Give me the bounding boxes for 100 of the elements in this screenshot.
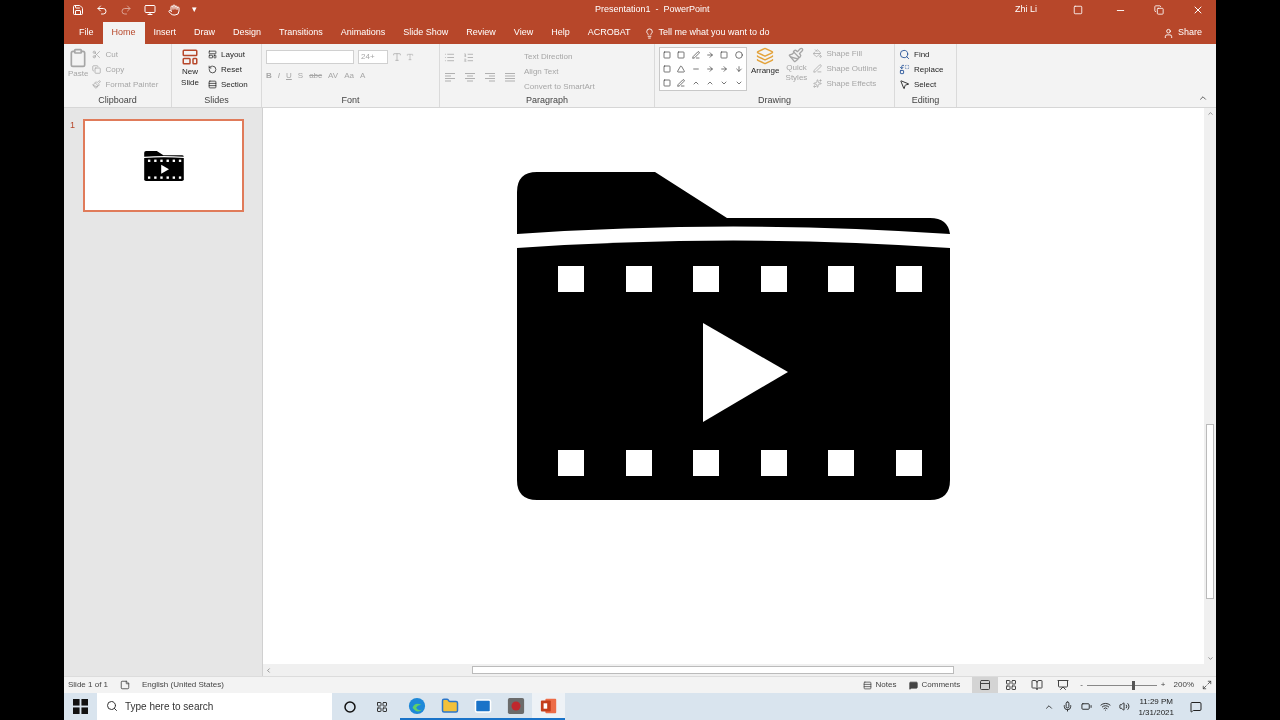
comment-icon xyxy=(908,680,918,690)
media-app-icon[interactable] xyxy=(506,696,525,715)
scroll-thumb[interactable] xyxy=(1206,423,1214,599)
share-button[interactable]: Share xyxy=(1162,22,1202,44)
ribbon-tab[interactable]: Design xyxy=(224,22,271,44)
taskbar-search-field[interactable]: Type here to search xyxy=(97,693,332,720)
volume-icon[interactable] xyxy=(1119,701,1131,712)
window-title: Presentation1 - PowerPoint xyxy=(595,3,710,17)
slides-command[interactable]: Layout xyxy=(208,48,248,61)
notes-button[interactable]: Notes xyxy=(862,679,897,691)
microphone-icon[interactable] xyxy=(1062,701,1074,712)
slides-command[interactable]: Section xyxy=(208,78,248,91)
arrow-shape-icon[interactable] xyxy=(706,65,715,73)
zoom-out-button[interactable]: - xyxy=(1080,679,1083,691)
scroll-thumb[interactable] xyxy=(472,666,954,674)
close-icon[interactable] xyxy=(1192,4,1204,16)
notification-icon[interactable] xyxy=(1190,700,1202,713)
ribbon-tab[interactable]: View xyxy=(504,22,543,44)
paintbrush-icon xyxy=(92,80,102,89)
ribbon-display-icon[interactable] xyxy=(1073,5,1083,15)
grid-view-icon xyxy=(1005,679,1018,691)
ribbon-tab[interactable]: ACROBAT xyxy=(578,22,640,44)
editing-command[interactable]: Find xyxy=(899,48,952,61)
person-icon xyxy=(1162,27,1174,39)
justify-icon[interactable] xyxy=(504,73,516,83)
connector-shape-icon[interactable] xyxy=(691,65,700,73)
folder-icon[interactable] xyxy=(440,696,459,715)
zoom-percent[interactable]: 200% xyxy=(1173,679,1194,691)
task-view-icon[interactable] xyxy=(376,700,388,713)
editing-command[interactable]: Select xyxy=(899,78,952,91)
ribbon-tab[interactable]: Slide Show xyxy=(394,22,458,44)
view-button[interactable] xyxy=(972,677,999,693)
pointer-icon xyxy=(899,79,910,90)
taskbar-app[interactable] xyxy=(532,693,565,720)
ribbon-tab[interactable]: Transitions xyxy=(270,22,332,44)
clock-date[interactable]: 1/31/2021 xyxy=(1138,706,1174,718)
customize-button[interactable]: ▾ xyxy=(192,3,197,17)
align-center-icon[interactable] xyxy=(464,73,476,83)
comments-button[interactable]: Comments xyxy=(908,679,961,691)
oval-shape-icon[interactable] xyxy=(734,51,743,59)
replace-icon xyxy=(899,64,910,75)
undo-icon[interactable] xyxy=(96,4,108,16)
tell-me-field[interactable]: Tell me what you want to do xyxy=(658,26,770,40)
group-label: Editing xyxy=(910,93,941,107)
arrange-button[interactable]: Arrange xyxy=(751,47,780,94)
ribbon-tab[interactable]: Review xyxy=(457,22,505,44)
triangle-shape-icon[interactable] xyxy=(677,65,686,73)
align-left-icon[interactable] xyxy=(444,73,456,83)
shapes-gallery[interactable] xyxy=(659,47,747,91)
ribbon-tab[interactable]: Draw xyxy=(185,22,225,44)
ribbon-tab[interactable]: File xyxy=(70,22,103,44)
pen-icon xyxy=(813,64,823,73)
mail-icon[interactable] xyxy=(473,696,492,715)
scroll-left-icon[interactable] xyxy=(265,666,272,674)
font-name-field[interactable] xyxy=(266,50,354,64)
presentation-icon xyxy=(1057,679,1070,691)
save-icon[interactable] xyxy=(72,4,84,16)
ribbon-tab[interactable]: Help xyxy=(542,22,579,44)
presenter-icon[interactable] xyxy=(144,4,156,16)
group-label: Paragraph xyxy=(525,93,569,107)
normal-view-icon xyxy=(979,679,992,691)
new-slide-button[interactable]: New Slide xyxy=(176,48,204,94)
clock-time[interactable]: 11:29 PM xyxy=(1139,695,1174,707)
battery-icon[interactable] xyxy=(1081,701,1093,712)
ribbon-tab[interactable]: Animations xyxy=(331,22,395,44)
scroll-down-icon[interactable] xyxy=(1206,655,1214,662)
editing-command[interactable]: Replace xyxy=(899,63,952,76)
arrow-shape-icon[interactable] xyxy=(720,65,729,73)
arrow-shape-icon[interactable] xyxy=(734,65,743,73)
user-name: Zhi Li xyxy=(1015,3,1037,17)
arrow-shape-icon[interactable] xyxy=(706,51,715,59)
scroll-up-icon[interactable] xyxy=(1206,110,1214,117)
slide-thumbnail[interactable] xyxy=(83,119,244,212)
slides-command[interactable]: Reset xyxy=(208,63,248,76)
clipboard-icon xyxy=(68,48,89,68)
ribbon-tab[interactable]: Insert xyxy=(144,22,186,44)
slide-layout-icon xyxy=(181,48,199,66)
horizontal-scrollbar[interactable] xyxy=(263,664,1216,676)
ribbon-tab[interactable]: Home xyxy=(102,22,145,44)
vertical-scrollbar[interactable] xyxy=(1204,108,1216,664)
video-folder-drawing xyxy=(143,150,184,181)
rectangle-shape-icon[interactable] xyxy=(720,51,729,59)
slide-number: 1 xyxy=(70,119,75,132)
freeform-shape-icon[interactable] xyxy=(677,79,686,87)
paintbrush-icon xyxy=(788,47,805,63)
zoom-thumb[interactable] xyxy=(1132,680,1136,690)
windows-start-icon[interactable] xyxy=(73,699,88,714)
collapse-ribbon-icon[interactable] xyxy=(1198,93,1208,103)
wifi-icon[interactable] xyxy=(1100,701,1112,712)
group-label: Drawing xyxy=(757,93,792,107)
zoom-slider[interactable] xyxy=(1086,680,1157,690)
powerpoint-icon[interactable] xyxy=(539,696,558,715)
reset-icon xyxy=(208,65,217,74)
align-right-icon[interactable] xyxy=(484,73,496,83)
fit-slide-icon[interactable] xyxy=(1202,680,1212,690)
language-label[interactable]: English (United States) xyxy=(142,679,224,691)
cortana-icon[interactable] xyxy=(344,700,356,713)
browser-icon[interactable] xyxy=(407,696,426,715)
restore-icon[interactable] xyxy=(1154,5,1164,15)
zoom-in-button[interactable]: + xyxy=(1160,679,1166,691)
